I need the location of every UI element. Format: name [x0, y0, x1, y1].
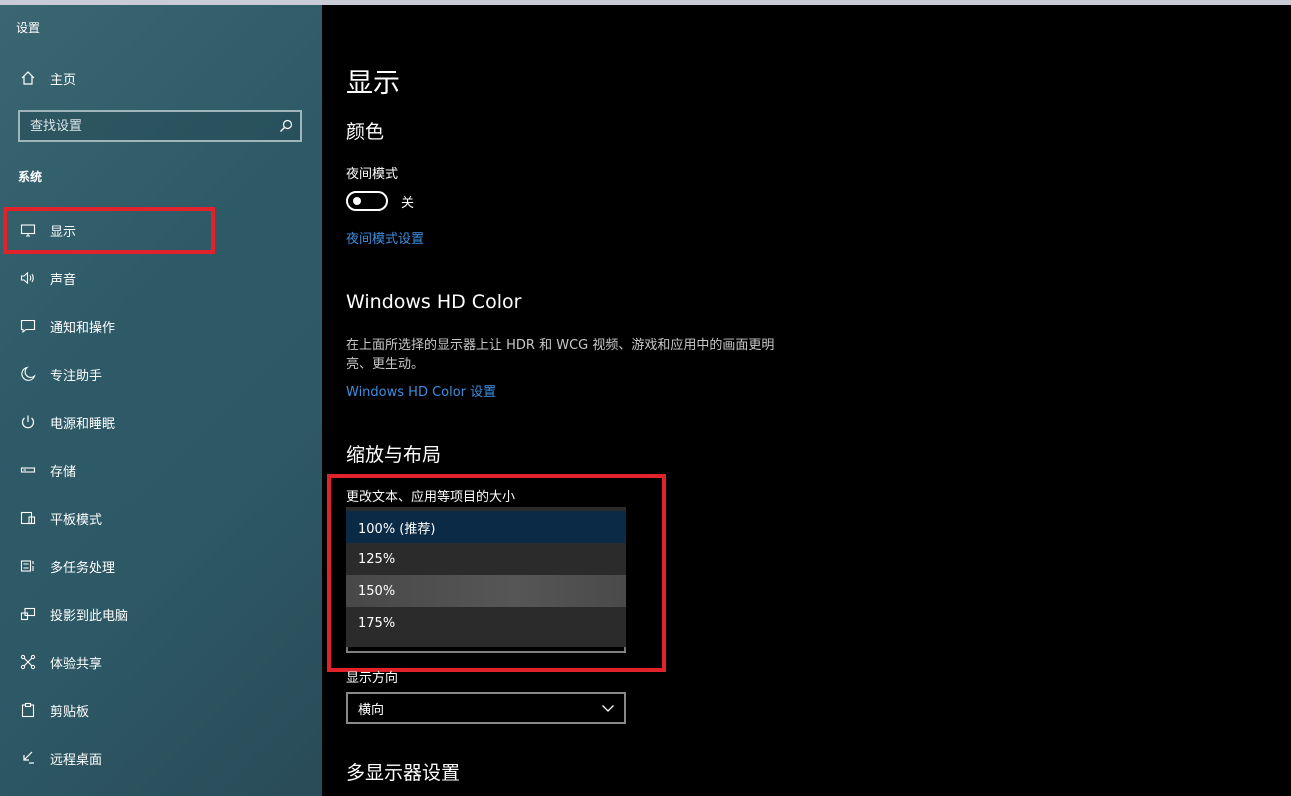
sidebar-item-label: 远程桌面	[50, 752, 103, 768]
speaker-icon	[18, 268, 38, 288]
search-field[interactable]	[18, 110, 302, 142]
hd-color-description: 在上面所选择的显示器上让 HDR 和 WCG 视频、游戏和应用中的画面更明亮、更…	[346, 338, 775, 372]
tablet-icon	[18, 508, 38, 528]
sidebar-item-power-sleep[interactable]: 电源和睡眠	[0, 402, 322, 442]
highlight-box-display-nav	[3, 207, 215, 254]
sidebar-item-focus-assist[interactable]: 专注助手	[0, 354, 322, 394]
sidebar-item-project-to-pc[interactable]: 投影到此电脑	[0, 594, 322, 634]
share-icon	[18, 652, 38, 672]
sidebar-item-remote-desktop[interactable]: 远程桌面	[0, 738, 322, 778]
orientation-value: 横向	[358, 702, 385, 718]
highlight-box-scale	[327, 474, 666, 672]
sidebar-item-label: 主页	[50, 72, 77, 88]
orientation-select[interactable]: 横向	[346, 692, 626, 724]
sidebar-item-storage[interactable]: 存储	[0, 450, 322, 490]
sidebar-item-label: 体验共享	[50, 656, 103, 672]
sidebar-item-label: 多任务处理	[50, 560, 116, 576]
clipboard-icon	[18, 700, 38, 720]
multitask-icon	[18, 556, 38, 576]
sidebar: 设置 主页 系统 显示 声音 通知和操作 专注助手	[0, 5, 322, 796]
sidebar-item-notifications[interactable]: 通知和操作	[0, 306, 322, 346]
sidebar-item-label: 存储	[50, 464, 77, 480]
sidebar-item-label: 专注助手	[50, 368, 103, 384]
projection-icon	[18, 604, 38, 624]
sidebar-item-label: 声音	[50, 272, 77, 288]
chevron-down-icon	[600, 700, 616, 716]
remote-desktop-icon	[18, 748, 38, 768]
section-heading-scale-layout: 缩放与布局	[346, 444, 442, 466]
sidebar-item-label: 电源和睡眠	[50, 416, 116, 432]
toggle-knob	[353, 197, 361, 205]
page-title: 显示	[346, 68, 400, 99]
home-icon	[18, 68, 38, 88]
sidebar-item-label: 通知和操作	[50, 320, 116, 336]
search-icon[interactable]	[278, 118, 294, 134]
app-title: 设置	[16, 21, 41, 35]
main-content: 显示 颜色 夜间模式 关 夜间模式设置 Windows HD Color 在上面…	[322, 5, 1291, 796]
night-mode-settings-link[interactable]: 夜间模式设置	[346, 228, 424, 247]
section-label-system: 系统	[18, 170, 43, 184]
sidebar-item-multitasking[interactable]: 多任务处理	[0, 546, 322, 586]
orientation-label: 显示方向	[346, 671, 399, 686]
sidebar-item-label: 投影到此电脑	[50, 608, 129, 624]
sidebar-item-label: 平板模式	[50, 512, 103, 528]
sidebar-item-tablet-mode[interactable]: 平板模式	[0, 498, 322, 538]
storage-icon	[18, 460, 38, 480]
sidebar-item-clipboard[interactable]: 剪贴板	[0, 690, 322, 730]
hd-color-settings-link[interactable]: Windows HD Color 设置	[346, 381, 496, 400]
section-heading-color: 颜色	[346, 121, 385, 143]
power-icon	[18, 412, 38, 432]
search-input[interactable]	[20, 117, 272, 135]
notification-icon	[18, 316, 38, 336]
sidebar-item-sound[interactable]: 声音	[0, 258, 322, 298]
sidebar-item-shared-experiences[interactable]: 体验共享	[0, 642, 322, 682]
moon-icon	[18, 364, 38, 384]
section-heading-hd-color: Windows HD Color	[346, 291, 522, 313]
night-mode-label: 夜间模式	[346, 167, 399, 182]
section-heading-multi-display: 多显示器设置	[346, 762, 461, 784]
night-mode-state: 关	[401, 196, 415, 211]
night-mode-toggle[interactable]	[346, 191, 388, 211]
sidebar-item-home[interactable]: 主页	[0, 58, 322, 98]
sidebar-item-label: 剪贴板	[50, 704, 90, 720]
